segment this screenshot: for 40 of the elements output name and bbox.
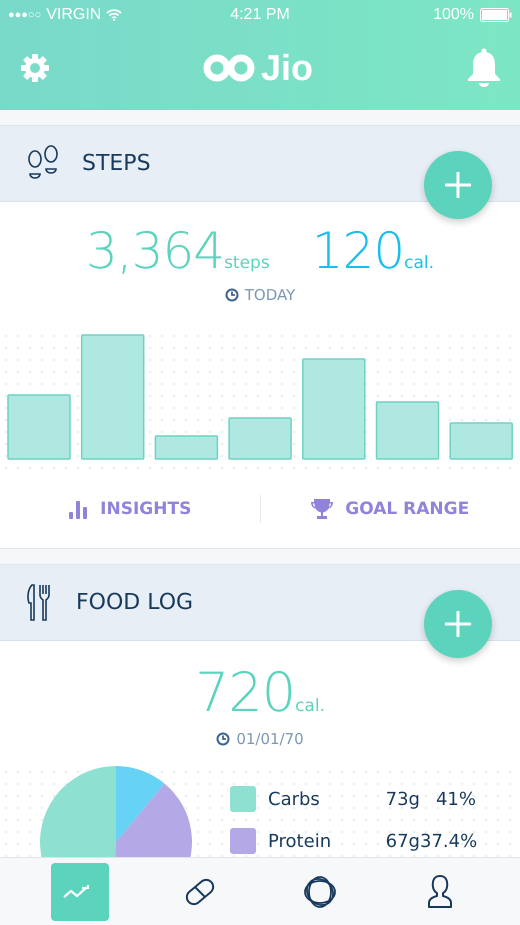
battery-percent: 100% xyxy=(433,6,474,24)
settings-button[interactable] xyxy=(20,53,50,83)
section-title: STEPS xyxy=(82,151,151,176)
macro-grams: 73g xyxy=(384,788,420,810)
clock-time: 4:21 PM xyxy=(230,6,290,24)
macro-name: Protein xyxy=(268,830,332,852)
app-logo: Jio xyxy=(260,47,313,89)
calories-unit: cal. xyxy=(295,696,325,716)
trophy-icon xyxy=(311,498,334,520)
period-label: TODAY xyxy=(244,286,296,304)
section-title: FOOD LOG xyxy=(76,590,194,615)
macro-percent: 37.4% xyxy=(420,830,476,852)
clock-icon xyxy=(224,288,239,302)
calories-value: 120 xyxy=(312,222,404,280)
notifications-button[interactable] xyxy=(466,48,502,88)
orbit-icon xyxy=(302,874,338,910)
carrier-name: VIRGIN xyxy=(46,6,102,24)
settings-icon xyxy=(20,53,50,83)
signal-strength: ●●●○○ xyxy=(8,9,42,21)
plus-icon xyxy=(445,172,471,198)
macro-grams: 67g xyxy=(384,830,420,852)
wifi-icon xyxy=(106,9,122,21)
macro-name: Carbs xyxy=(268,788,321,810)
goal-range-button[interactable]: GOAL RANGE xyxy=(260,497,520,521)
add-button[interactable] xyxy=(424,590,492,658)
steps-count: 3,364 xyxy=(86,222,224,280)
clock-icon xyxy=(216,732,230,746)
log-date: 01/01/70 xyxy=(236,730,304,748)
macro-percent: 41% xyxy=(434,788,476,810)
logo-icon xyxy=(202,53,255,83)
bar-chart-icon xyxy=(68,499,88,519)
steps-unit: steps xyxy=(224,253,270,273)
bell-icon xyxy=(466,48,502,88)
battery-icon xyxy=(480,8,512,22)
add-button[interactable] xyxy=(424,151,492,219)
person-icon xyxy=(426,874,454,910)
insights-button[interactable]: INSIGHTS xyxy=(0,498,260,520)
plus-icon xyxy=(445,611,471,637)
calories-unit: cal. xyxy=(404,253,434,273)
calories-value: 720 xyxy=(195,661,296,724)
